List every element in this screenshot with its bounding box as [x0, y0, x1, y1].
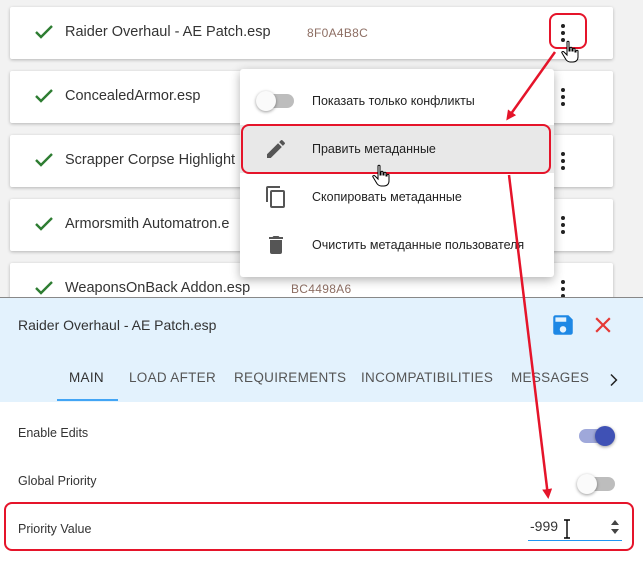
priority-value-input[interactable]: [530, 518, 590, 534]
menu-item-label: Скопировать метаданные: [312, 190, 462, 204]
spinner-arrows-icon[interactable]: [610, 518, 620, 536]
editor-header: Raider Overhaul - AE Patch.esp MAIN LOAD…: [0, 298, 643, 402]
pencil-icon: [267, 139, 286, 158]
global-priority-label: Global Priority: [18, 474, 97, 488]
tab-incompatibilities[interactable]: INCOMPATIBILITIES: [361, 370, 493, 385]
hand-cursor-icon: [372, 164, 390, 187]
show-conflicts-toggle[interactable]: [256, 91, 294, 111]
enable-edits-label: Enable Edits: [18, 426, 89, 440]
editor-tabs: MAIN LOAD AFTER REQUIREMENTS INCOMPATIBI…: [0, 362, 643, 402]
menu-item-label: Показать только конфликты: [312, 94, 475, 108]
menu-item-show-conflicts[interactable]: Показать только конфликты: [240, 77, 554, 125]
plugin-name: WeaponsOnBack Addon.esp: [65, 280, 251, 296]
chevron-right-icon[interactable]: [604, 371, 622, 389]
check-icon: [35, 25, 53, 39]
tab-messages[interactable]: MESSAGES: [511, 370, 589, 385]
plugin-name: Armorsmith Automatron.e: [65, 216, 230, 232]
plugin-row[interactable]: Raider Overhaul - AE Patch.esp 8F0A4B8C: [10, 7, 613, 59]
check-icon: [35, 153, 53, 167]
more-vert-icon[interactable]: [553, 149, 573, 173]
metadata-editor: Raider Overhaul - AE Patch.esp MAIN LOAD…: [0, 297, 643, 562]
text-cursor-icon: [564, 519, 570, 539]
menu-item-label: Править метаданные: [312, 142, 436, 156]
close-icon[interactable]: [590, 312, 616, 338]
check-icon: [35, 281, 53, 295]
tab-load-after[interactable]: LOAD AFTER: [129, 370, 216, 385]
plugin-name: Raider Overhaul - AE Patch.esp: [65, 24, 271, 40]
menu-item-clear-user-metadata[interactable]: Очистить метаданные пользователя: [240, 221, 554, 269]
menu-item-label: Очистить метаданные пользователя: [312, 238, 525, 252]
active-tab-indicator: [57, 399, 118, 401]
check-icon: [35, 89, 53, 103]
check-icon: [35, 217, 53, 231]
global-priority-toggle[interactable]: [577, 474, 615, 494]
priority-value-label: Priority Value: [18, 522, 92, 536]
more-vert-icon[interactable]: [553, 85, 573, 109]
plugin-crc: BC4498A6: [291, 282, 352, 296]
copy-icon: [266, 186, 285, 208]
menu-item-edit-metadata[interactable]: Править метаданные: [240, 125, 554, 173]
enable-edits-toggle[interactable]: [579, 426, 615, 446]
trash-icon: [269, 236, 283, 254]
hand-cursor-icon: [561, 40, 579, 63]
priority-value-field[interactable]: [528, 515, 622, 541]
plugin-name: ConcealedArmor.esp: [65, 88, 201, 104]
editor-title: Raider Overhaul - AE Patch.esp: [18, 317, 217, 333]
plugin-context-menu: Показать только конфликты Править метада…: [240, 69, 554, 277]
plugin-crc: 8F0A4B8C: [307, 26, 369, 40]
save-icon[interactable]: [550, 312, 576, 338]
menu-item-copy-metadata[interactable]: Скопировать метаданные: [240, 173, 554, 221]
more-vert-icon[interactable]: [553, 213, 573, 237]
tab-main[interactable]: MAIN: [69, 370, 104, 385]
tab-requirements[interactable]: REQUIREMENTS: [234, 370, 346, 385]
plugin-name: Scrapper Corpse Highlight: [65, 152, 236, 168]
